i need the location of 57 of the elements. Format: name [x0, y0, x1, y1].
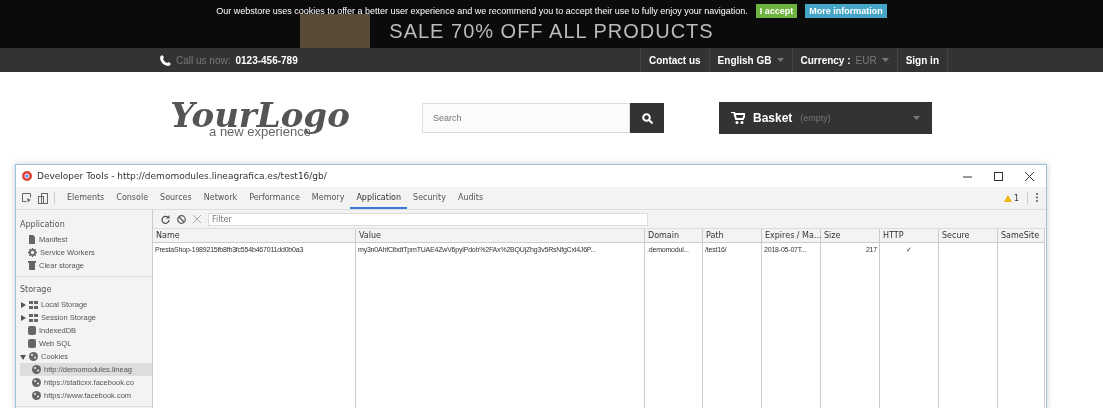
devtools-tab[interactable]: Network: [197, 187, 244, 209]
nav-link[interactable]: Contact us: [639, 48, 709, 72]
table-icon: [29, 300, 38, 309]
devtools-tab[interactable]: Memory: [305, 187, 351, 209]
filter-field[interactable]: Filter: [208, 212, 648, 226]
nav-link[interactable]: Sign in: [896, 48, 948, 72]
table-icon: [29, 313, 38, 322]
search-icon: [641, 112, 653, 124]
column-header[interactable]: SameSite: [998, 229, 1044, 243]
sidebar-heading: Application: [19, 219, 66, 231]
maximize-icon[interactable]: [994, 171, 1003, 181]
gear-icon: [28, 248, 37, 257]
dropdown-caret-icon: [913, 116, 920, 120]
devtools-tab[interactable]: Console: [110, 187, 155, 209]
cookie-icon: [29, 352, 38, 361]
refresh-icon[interactable]: [161, 214, 170, 224]
device-icon[interactable]: [38, 192, 48, 204]
cart-icon: [731, 112, 745, 124]
nav-link[interactable]: English GB: [708, 48, 792, 72]
banner-heading: SALE 70% OFF ALL PRODUCTS: [389, 20, 714, 42]
phone-label: Call us now:: [176, 54, 231, 66]
window-title: Developer Tools - http://demomodules.lineagrafica.es/test16/gb/: [37, 171, 328, 181]
devtools-tab[interactable]: Security: [407, 187, 452, 209]
dropdown-caret-icon: [881, 58, 889, 62]
cookie-icon: [32, 378, 41, 387]
column-header[interactable]: Domain: [645, 229, 702, 243]
cookie-notice-text: Our webstore uses cookies to offer a better user experience and we recommend you to accept their use to fully enjoy your navigation.: [216, 6, 748, 16]
devtools-tab[interactable]: Elements: [61, 187, 111, 209]
photo-placeholder: [300, 14, 370, 48]
nav-link[interactable]: Currency : EUR: [791, 48, 897, 72]
close-icon[interactable]: [1025, 171, 1034, 181]
dropdown-caret-icon: [776, 58, 784, 62]
search-button[interactable]: [630, 103, 664, 133]
trash-icon: [28, 261, 36, 270]
column-header[interactable]: Path: [703, 229, 761, 243]
file-icon: [28, 235, 36, 244]
clear-icon[interactable]: [177, 214, 186, 224]
cookie-icon: [32, 365, 41, 374]
basket-button[interactable]: Basket (empty): [719, 102, 932, 134]
search-field[interactable]: Search: [422, 103, 630, 133]
phone-number: 0123-456-789: [235, 54, 298, 66]
warning-count: 1: [1013, 193, 1019, 203]
column-header[interactable]: HTTP: [880, 229, 938, 243]
devtools-tab[interactable]: Performance: [243, 187, 306, 209]
devtools-tab[interactable]: Audits: [451, 187, 490, 209]
devtools-tab[interactable]: Sources: [154, 187, 198, 209]
cookie-icon: [32, 391, 41, 400]
sidebar-heading: Storage: [19, 284, 53, 296]
browser-icon: [22, 171, 32, 181]
column-header[interactable]: Name: [153, 229, 355, 243]
phone-icon: [160, 54, 171, 66]
column-header[interactable]: Secure: [939, 229, 997, 243]
column-header[interactable]: Expires / Ma...: [762, 229, 820, 243]
column-header[interactable]: Size: [821, 229, 879, 243]
expanded-arrow-icon: [20, 353, 26, 360]
column-header[interactable]: Value: [356, 229, 644, 243]
inspect-icon[interactable]: [22, 193, 32, 203]
